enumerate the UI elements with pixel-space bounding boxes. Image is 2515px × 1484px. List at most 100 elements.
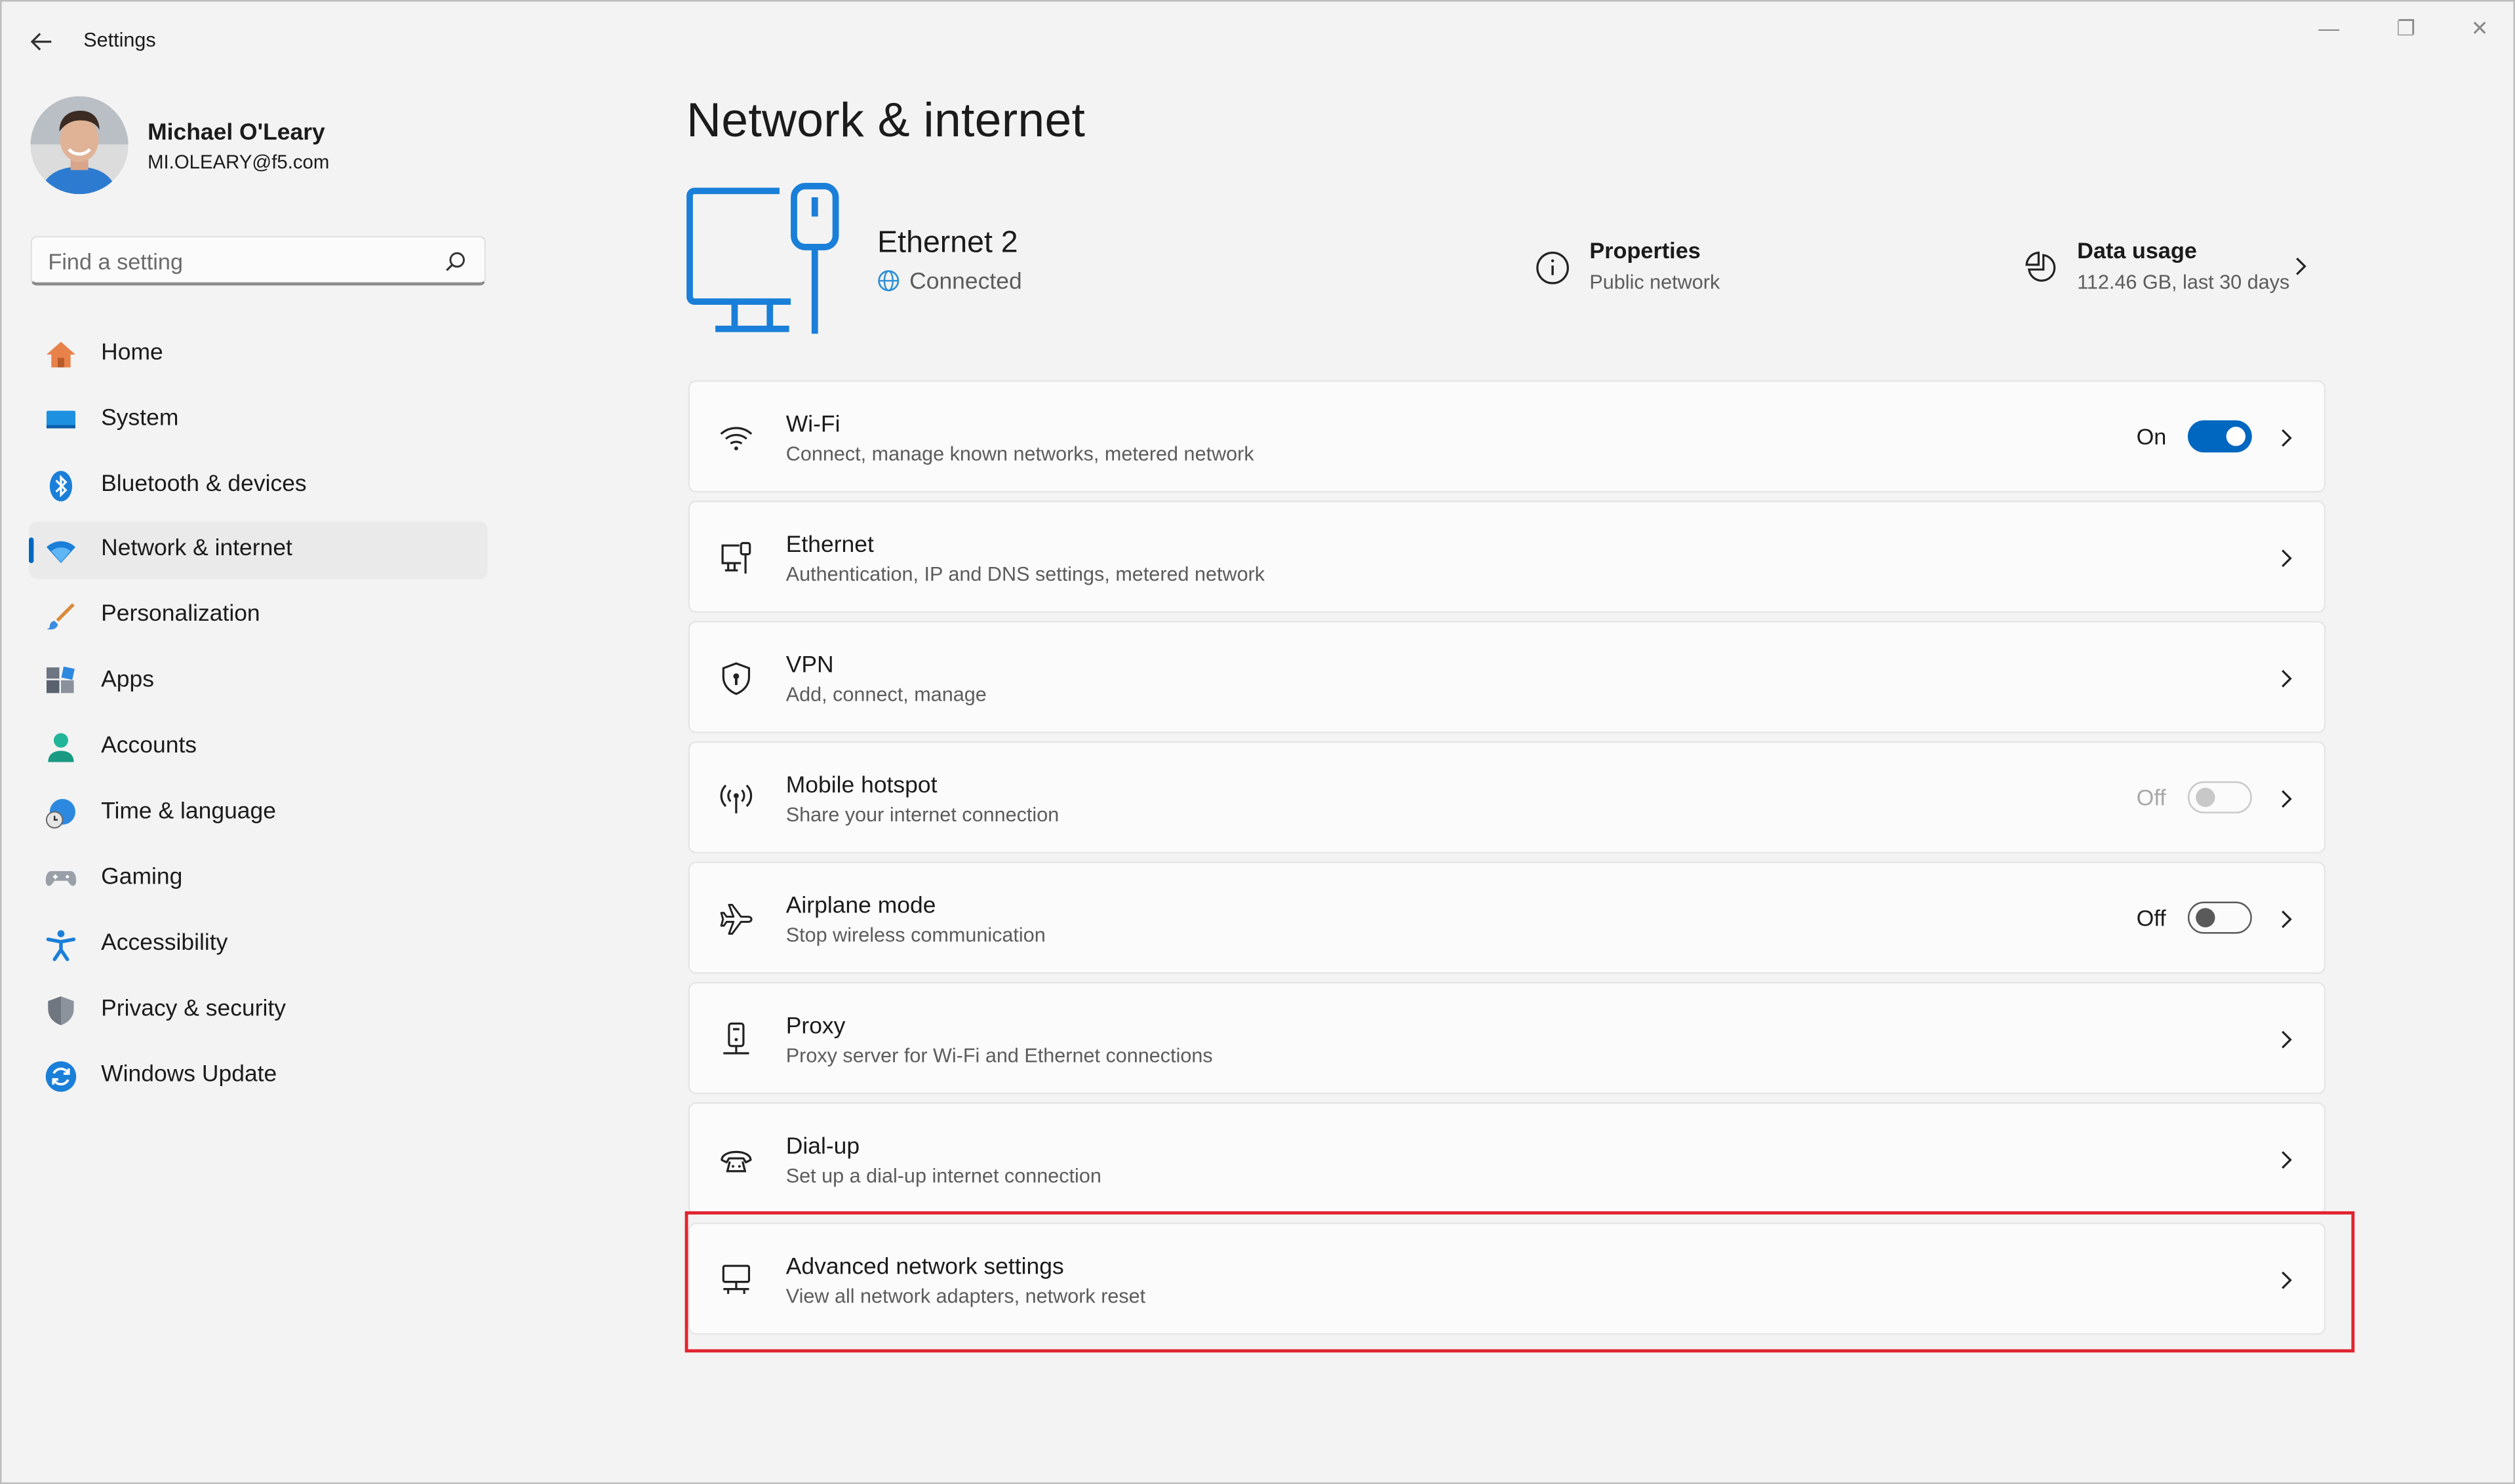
- airplane-toggle[interactable]: [2187, 901, 2252, 934]
- back-arrow-icon[interactable]: [24, 24, 60, 60]
- data-usage-value: 112.46 GB, last 30 days: [2077, 271, 2290, 294]
- card-subtitle: Authentication, IP and DNS settings, met…: [785, 563, 1265, 586]
- accessibility-icon: [45, 929, 77, 962]
- system-icon: [45, 404, 77, 437]
- globe-icon: [877, 269, 900, 292]
- card-subtitle: Connect, manage known networks, metered …: [785, 442, 1254, 465]
- sidebar-item-label: Time & language: [101, 798, 277, 825]
- sidebar-item-label: Gaming: [101, 865, 183, 891]
- data-usage-icon[interactable]: [2024, 250, 2059, 286]
- user-email: MI.OLEARY@f5.com: [148, 151, 330, 174]
- chevron-right-icon[interactable]: [2276, 1147, 2295, 1173]
- chevron-right-icon[interactable]: [2276, 425, 2295, 451]
- proxy-card[interactable]: Proxy Proxy server for Wi-Fi and Etherne…: [688, 981, 2326, 1095]
- chevron-right-icon[interactable]: [2276, 545, 2295, 571]
- user-name: Michael O'Leary: [148, 120, 325, 146]
- network-profile: Public network: [1589, 271, 1720, 294]
- sidebar-item-bluetooth[interactable]: Bluetooth & devices: [29, 458, 488, 515]
- proxy-icon: [719, 1022, 754, 1057]
- chevron-right-icon[interactable]: [2276, 1268, 2295, 1293]
- sidebar-item-accounts[interactable]: Accounts: [29, 719, 488, 777]
- chevron-right-icon[interactable]: [2276, 786, 2295, 811]
- card-title: Airplane mode: [785, 893, 936, 920]
- ethernet-monitor-icon: [686, 183, 841, 337]
- advanced-network-icon: [719, 1262, 754, 1298]
- wifi-card[interactable]: Wi-Fi Connect, manage known networks, me…: [688, 380, 2326, 493]
- search-input[interactable]: Find a setting: [30, 235, 486, 286]
- accounts-icon: [45, 732, 77, 764]
- wifi-toggle[interactable]: [2187, 420, 2252, 453]
- restore-button[interactable]: ❐: [2369, 11, 2443, 47]
- airplane-icon: [719, 902, 754, 937]
- sidebar-item-label: System: [101, 406, 179, 432]
- mobile-hotspot-card[interactable]: Mobile hotspot Share your internet conne…: [688, 741, 2326, 854]
- ethernet-icon: [719, 541, 754, 576]
- chevron-right-icon[interactable]: [2276, 907, 2295, 932]
- info-icon[interactable]: [1535, 250, 1570, 286]
- shield-icon: [45, 995, 77, 1027]
- update-icon: [45, 1061, 77, 1093]
- bluetooth-icon: [45, 470, 77, 502]
- home-icon: [45, 338, 77, 370]
- sidebar-item-apps[interactable]: Apps: [29, 653, 488, 711]
- page-title: Network & internet: [686, 94, 1086, 148]
- sidebar-item-system[interactable]: System: [29, 391, 488, 449]
- wifi-toggle-label: On: [2136, 423, 2167, 450]
- dialup-icon: [719, 1142, 754, 1178]
- card-title: Dial-up: [785, 1134, 860, 1160]
- toggle-knob: [2196, 908, 2215, 928]
- chevron-right-icon[interactable]: [2290, 250, 2312, 283]
- sidebar-item-windows-update[interactable]: Windows Update: [29, 1047, 488, 1105]
- brush-icon: [45, 600, 77, 632]
- sidebar-item-label: Accounts: [101, 733, 197, 759]
- hotspot-icon: [719, 781, 754, 817]
- sidebar-item-gaming[interactable]: Gaming: [29, 850, 488, 908]
- airplane-mode-card[interactable]: Airplane mode Stop wireless communicatio…: [688, 861, 2326, 974]
- airplane-toggle-label: Off: [2136, 905, 2166, 931]
- connection-name: Ethernet 2: [877, 226, 1018, 260]
- vpn-card[interactable]: VPN Add, connect, manage: [688, 621, 2326, 733]
- card-subtitle: Stop wireless communication: [785, 924, 1046, 947]
- search-placeholder: Find a setting: [48, 248, 184, 275]
- card-subtitle: View all network adapters, network reset: [785, 1285, 1146, 1308]
- advanced-network-settings-card[interactable]: Advanced network settings View all netwo…: [688, 1222, 2326, 1335]
- selected-indicator: [29, 537, 34, 564]
- dial-up-card[interactable]: Dial-up Set up a dial-up internet connec…: [688, 1102, 2326, 1215]
- sidebar-item-label: Personalization: [101, 601, 260, 628]
- data-usage-link[interactable]: Data usage: [2077, 237, 2197, 263]
- card-subtitle: Proxy server for Wi-Fi and Ethernet conn…: [785, 1044, 1213, 1067]
- connection-status: Connected: [877, 269, 1022, 295]
- chevron-right-icon[interactable]: [2276, 666, 2295, 692]
- vpn-shield-icon: [719, 661, 754, 696]
- card-title: Proxy: [785, 1013, 846, 1040]
- sidebar-item-label: Accessibility: [101, 930, 228, 956]
- hotspot-toggle-label: Off: [2136, 784, 2166, 811]
- connection-status-text: Connected: [909, 269, 1022, 296]
- card-title: Advanced network settings: [785, 1255, 1064, 1281]
- properties-link[interactable]: Properties: [1589, 237, 1700, 263]
- toggle-knob: [2226, 427, 2246, 446]
- search-icon[interactable]: [445, 250, 467, 273]
- card-title: Mobile hotspot: [785, 773, 938, 799]
- close-button[interactable]: ✕: [2443, 11, 2515, 47]
- sidebar-item-privacy[interactable]: Privacy & security: [29, 982, 488, 1040]
- sidebar-item-label: Privacy & security: [101, 996, 287, 1023]
- sidebar-item-home[interactable]: Home: [29, 326, 488, 383]
- card-title: Ethernet: [785, 532, 874, 558]
- wifi-icon: [45, 534, 77, 566]
- hotspot-toggle[interactable]: [2187, 781, 2252, 813]
- minimize-button[interactable]: —: [2292, 11, 2366, 47]
- chevron-right-icon[interactable]: [2276, 1026, 2295, 1052]
- sidebar-item-network[interactable]: Network & internet: [29, 521, 488, 579]
- sidebar-item-label: Bluetooth & devices: [101, 471, 307, 498]
- sidebar-item-label: Home: [101, 340, 163, 366]
- sidebar-item-time-language[interactable]: Time & language: [29, 785, 488, 842]
- toggle-knob: [2196, 787, 2215, 808]
- sidebar-item-personalization[interactable]: Personalization: [29, 587, 488, 645]
- card-subtitle: Set up a dial-up internet connection: [785, 1164, 1101, 1188]
- sidebar-item-accessibility[interactable]: Accessibility: [29, 916, 488, 974]
- avatar[interactable]: [30, 96, 129, 195]
- sidebar-item-label: Apps: [101, 667, 155, 693]
- ethernet-card[interactable]: Ethernet Authentication, IP and DNS sett…: [688, 500, 2326, 613]
- time-language-icon: [45, 797, 77, 829]
